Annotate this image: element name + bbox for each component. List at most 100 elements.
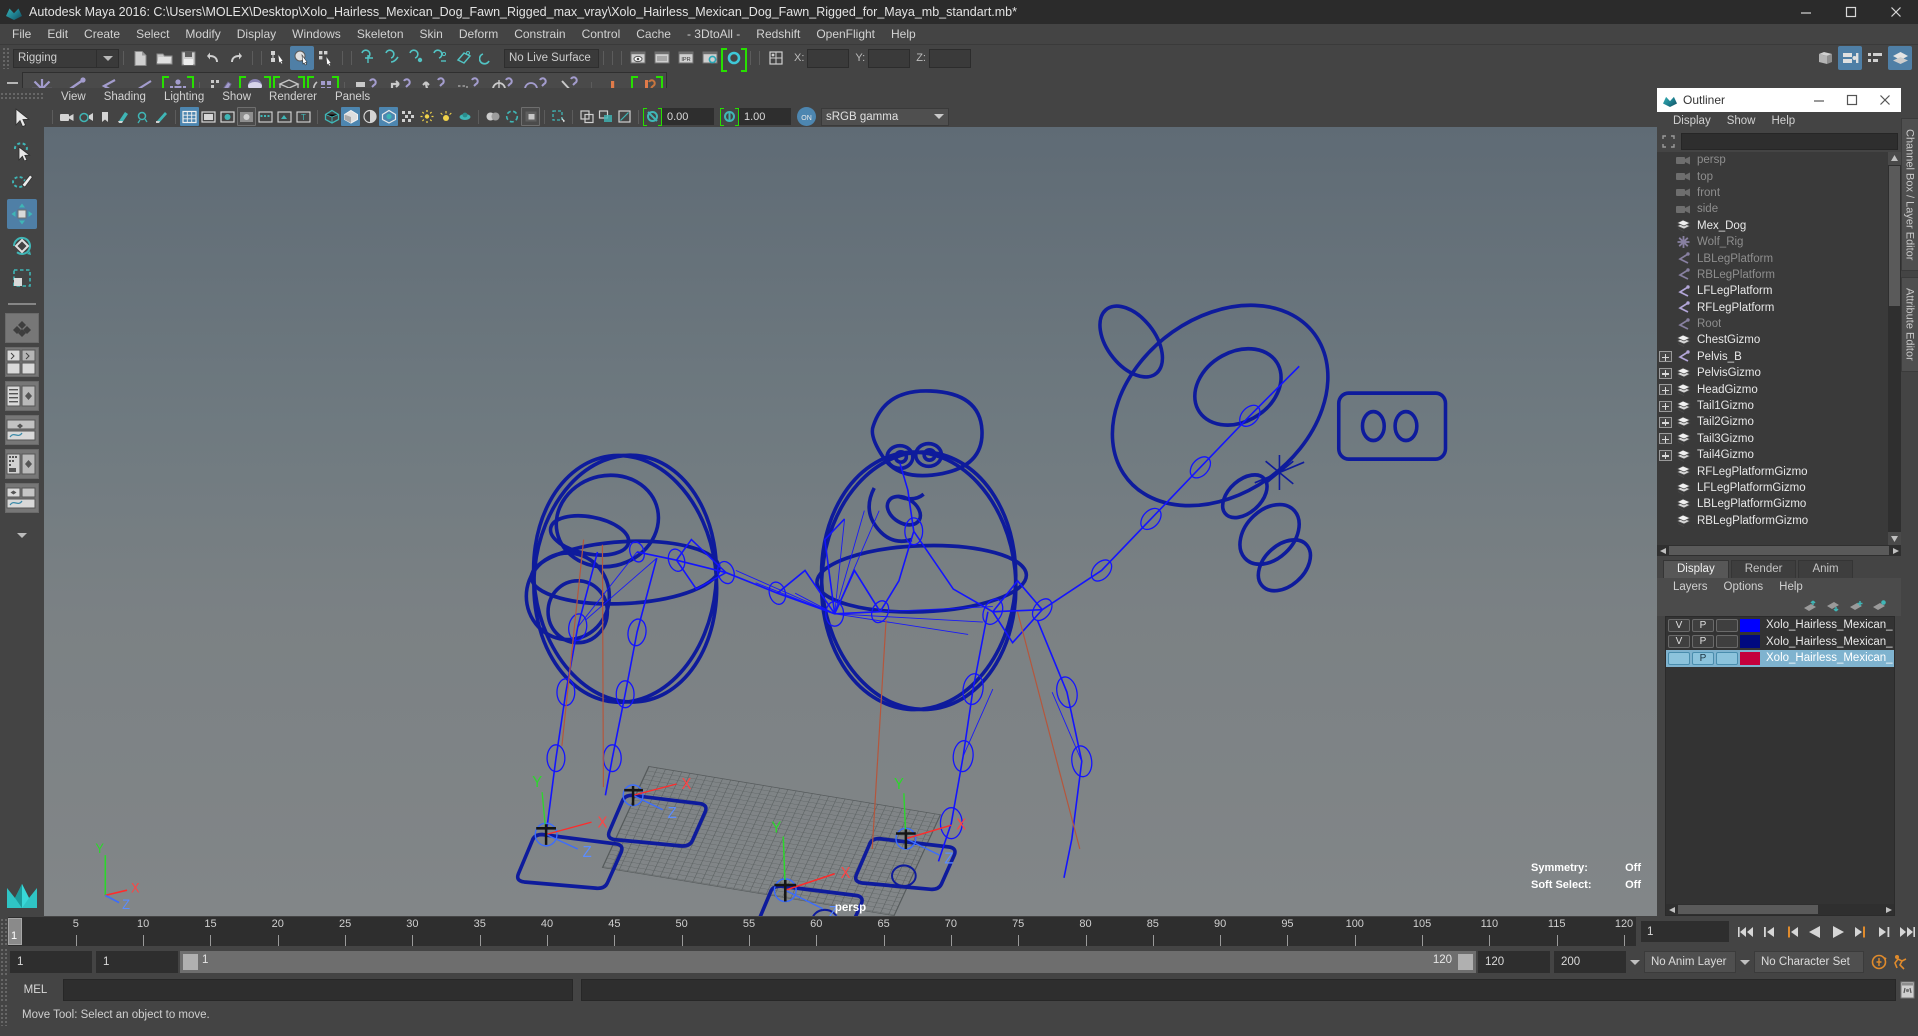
outliner-item-lflegplatform[interactable]: LFLegPlatform (1657, 283, 1888, 299)
character-set-field[interactable]: No Character Set (1754, 951, 1864, 973)
depth-of-field-icon[interactable] (483, 107, 502, 126)
tab-channel-box-layer-editor[interactable]: Channel Box / Layer Editor (1900, 118, 1918, 272)
viewport-menu-show[interactable]: Show (213, 91, 260, 103)
layer-list-horizontal-scrollbar[interactable] (1666, 904, 1894, 915)
select-by-hierarchy-icon[interactable] (266, 46, 290, 70)
layer-menu-options[interactable]: Options (1716, 581, 1772, 593)
anim-layer-dropdown[interactable] (1736, 951, 1754, 973)
menu-redshift[interactable]: Redshift (748, 25, 808, 44)
outliner-tree[interactable]: persp top front side Mex_Dog Wolf_Rig LBLegPla… (1657, 152, 1901, 556)
z-coordinate-field[interactable] (928, 48, 971, 68)
color-management-selector[interactable]: sRGB gamma (821, 107, 949, 126)
persp-graph-layout-icon[interactable] (5, 415, 39, 445)
layer-scroll-right-icon[interactable] (1883, 904, 1894, 915)
menu-create[interactable]: Create (76, 25, 128, 44)
outliner-item-tail2gizmo[interactable]: Tail2Gizmo (1657, 414, 1888, 430)
color-management-icon[interactable]: ON (797, 107, 816, 126)
outliner-item-mex_dog[interactable]: Mex_Dog (1657, 218, 1888, 234)
outliner-item-tail3gizmo[interactable]: Tail3Gizmo (1657, 431, 1888, 447)
bookmark-icon[interactable] (95, 107, 114, 126)
render-settings-icon[interactable] (698, 46, 722, 70)
channel-box-toggle-icon[interactable] (1838, 46, 1862, 70)
menu-select[interactable]: Select (128, 25, 177, 44)
play-backwards-icon[interactable] (1804, 921, 1826, 943)
tab-render[interactable]: Render (1730, 560, 1797, 578)
tab-anim[interactable]: Anim (1798, 560, 1853, 578)
viewport-menu-lighting[interactable]: Lighting (155, 91, 213, 103)
snap-to-projected-center-icon[interactable] (428, 46, 452, 70)
menu-file[interactable]: File (4, 25, 39, 44)
x-coordinate-field[interactable] (807, 48, 850, 68)
layer-hscrollbar-thumb[interactable] (1678, 905, 1818, 914)
persp-graph-outliner-layout-icon[interactable] (5, 483, 39, 513)
ipr-render-icon[interactable]: IPR (674, 46, 698, 70)
multisample-icon[interactable] (455, 107, 474, 126)
layer-color-swatch[interactable] (1740, 635, 1760, 649)
close-button[interactable] (1873, 0, 1918, 24)
render-sequence-icon[interactable] (650, 46, 674, 70)
range-slider-grip[interactable] (0, 948, 8, 976)
outliner-item-wolf_rig[interactable]: Wolf_Rig (1657, 234, 1888, 250)
y-coordinate-field[interactable] (868, 48, 911, 68)
menu-3dtoall[interactable]: - 3DtoAll - (679, 25, 748, 44)
smooth-shade-selected-icon[interactable] (360, 107, 379, 126)
menu-help[interactable]: Help (883, 25, 924, 44)
menuset-dropdown-arrow[interactable] (97, 48, 119, 68)
xray-joints-icon[interactable] (549, 107, 568, 126)
xray-active-components-icon[interactable] (577, 107, 596, 126)
outliner-item-persp[interactable]: persp (1657, 152, 1888, 168)
snap-to-point-icon[interactable] (404, 46, 428, 70)
outliner-item-rflegplatformgizmo[interactable]: RFLegPlatformGizmo (1657, 463, 1888, 479)
current-frame-field[interactable]: 1 (1641, 921, 1729, 942)
make-live-icon[interactable] (476, 46, 500, 70)
viewport-menu-view[interactable]: View (52, 91, 95, 103)
wireframe-icon[interactable] (322, 107, 341, 126)
perspective-viewport[interactable]: X Z Y X Z X Z Y X Z Y Y X Z Symmetry: Of… (44, 127, 1657, 916)
menu-constrain[interactable]: Constrain (506, 25, 573, 44)
snap-to-grid-icon[interactable] (356, 46, 380, 70)
minimize-button[interactable] (1783, 0, 1828, 24)
range-right-handle[interactable] (1458, 954, 1473, 970)
range-left-handle[interactable] (183, 954, 198, 970)
safe-action-icon[interactable] (275, 107, 294, 126)
tab-display[interactable]: Display (1663, 560, 1729, 578)
layout-more-icon[interactable] (7, 521, 37, 551)
command-language-label[interactable]: MEL (8, 984, 63, 996)
menuset-selector[interactable]: Rigging (13, 48, 97, 68)
outliner-item-lblegplatformgizmo[interactable]: LBLegPlatformGizmo (1657, 496, 1888, 512)
new-layer-icon[interactable] (1847, 598, 1864, 614)
outliner-menu-help[interactable]: Help (1764, 115, 1804, 127)
camera-attributes-icon[interactable] (76, 107, 95, 126)
use-all-lights-icon[interactable] (379, 107, 398, 126)
outliner-menu-show[interactable]: Show (1719, 115, 1764, 127)
four-view-layout-icon[interactable] (5, 347, 39, 377)
layer-type-toggle[interactable] (1716, 651, 1738, 665)
anim-start-field[interactable]: 1 (10, 951, 92, 973)
outliner-item-pelvis_b[interactable]: Pelvis_B (1657, 349, 1888, 365)
lasso-select-tool-icon[interactable] (7, 135, 37, 165)
outliner-menu-display[interactable]: Display (1665, 115, 1719, 127)
layer-playback-toggle[interactable]: P (1692, 651, 1714, 665)
command-input-field[interactable] (63, 979, 573, 1001)
help-line-grip[interactable] (0, 1004, 8, 1026)
film-gate-icon[interactable] (199, 107, 218, 126)
outliner-item-pelvisgizmo[interactable]: PelvisGizmo (1657, 365, 1888, 381)
xray-icon[interactable] (521, 107, 540, 126)
display-layer-list[interactable]: V P Xolo_Hairless_Mexican_ V P Xolo_Hairless_… (1665, 616, 1895, 916)
menu-display[interactable]: Display (229, 25, 284, 44)
scroll-right-icon[interactable] (1890, 545, 1901, 556)
outliner-item-headgizmo[interactable]: HeadGizmo (1657, 381, 1888, 397)
maximize-button[interactable] (1828, 0, 1873, 24)
outliner-item-lflegplatformgizmo[interactable]: LFLegPlatformGizmo (1657, 480, 1888, 496)
expand-toggle-icon[interactable] (1659, 384, 1672, 396)
gamma-icon[interactable] (720, 107, 739, 126)
go-to-end-icon[interactable] (1896, 921, 1918, 943)
menu-skin[interactable]: Skin (412, 25, 451, 44)
layer-menu-layers[interactable]: Layers (1665, 581, 1716, 593)
step-forward-frame-icon[interactable] (1850, 921, 1872, 943)
two-d-pan-zoom-icon[interactable] (133, 107, 152, 126)
outliner-item-front[interactable]: front (1657, 185, 1888, 201)
move-layer-down-icon[interactable] (1824, 598, 1841, 614)
outliner-maximize-button[interactable] (1835, 88, 1868, 112)
show-hide-editors-icon[interactable] (1813, 46, 1837, 70)
